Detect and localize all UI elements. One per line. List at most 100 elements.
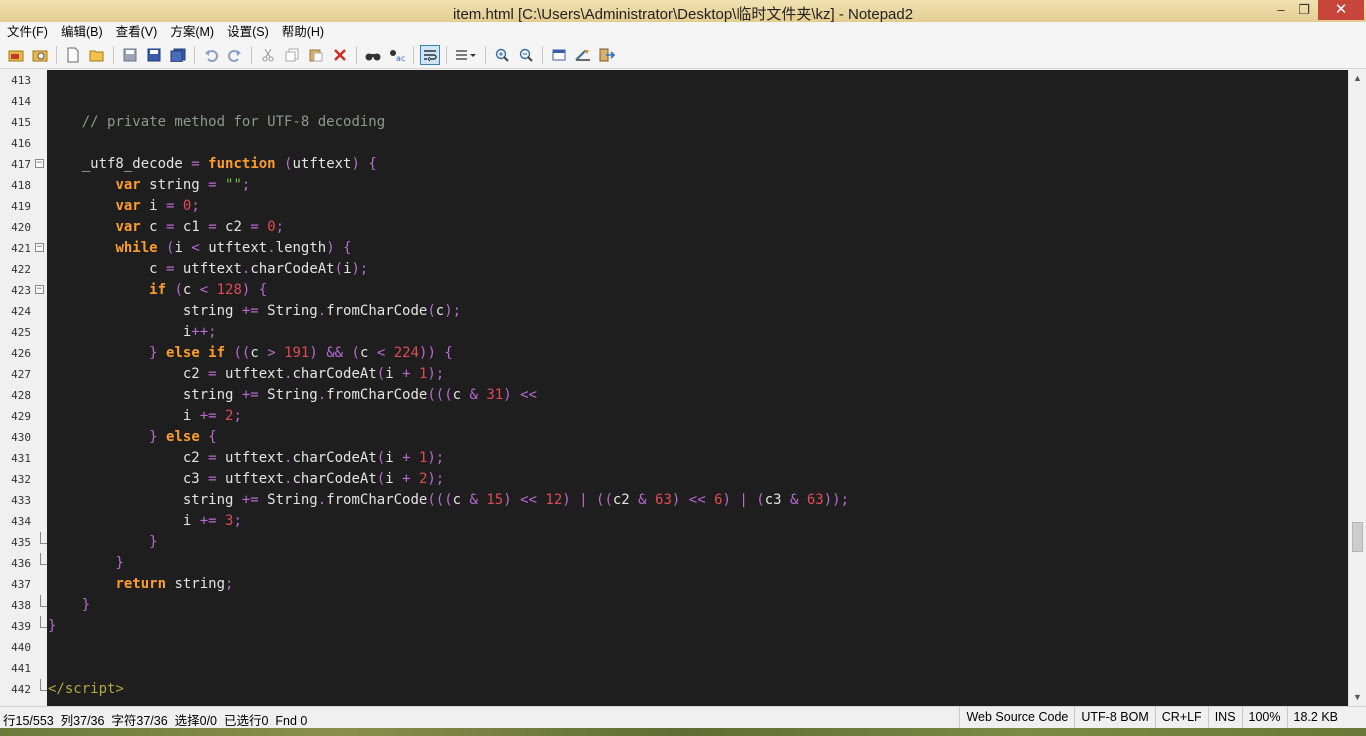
status-scheme[interactable]: Web Source Code xyxy=(959,707,1074,728)
save-copy-button[interactable] xyxy=(169,46,187,64)
code-line[interactable]: 435 } xyxy=(0,532,1348,553)
menu-edit[interactable]: 编辑(B) xyxy=(54,22,109,42)
code-line[interactable]: 428 string += String.fromCharCode(((c & … xyxy=(0,385,1348,406)
code-line[interactable]: 415 // private method for UTF-8 decoding xyxy=(0,112,1348,133)
code-line[interactable]: 433 string += String.fromCharCode(((c & … xyxy=(0,490,1348,511)
delete-button[interactable] xyxy=(331,46,349,64)
code-line[interactable]: 440 xyxy=(0,637,1348,658)
redo-button[interactable] xyxy=(226,46,244,64)
window-title: item.html [C:\Users\Administrator\Deskto… xyxy=(452,6,914,23)
menu-scheme[interactable]: 方案(M) xyxy=(163,22,220,42)
line-text: var string = ""; xyxy=(115,177,251,193)
code-line[interactable]: 416 xyxy=(0,133,1348,154)
code-line[interactable]: 430 } else { xyxy=(0,427,1348,448)
cut-button[interactable] xyxy=(259,46,277,64)
status-bar: 行15/553 列37/36 字符37/36 选择0/0 已选行0 Fnd 0 … xyxy=(0,706,1366,728)
open-folder-icon xyxy=(8,50,24,62)
schemes-button[interactable] xyxy=(454,46,478,64)
code-line[interactable]: 417− _utf8_decode = function (utftext) { xyxy=(0,154,1348,175)
maximize-button[interactable]: ❐ xyxy=(1291,0,1317,20)
menu-settings[interactable]: 设置(S) xyxy=(220,22,275,42)
code-line[interactable]: 434 i += 3; xyxy=(0,511,1348,532)
code-line[interactable]: 437 return string; xyxy=(0,574,1348,595)
view-button[interactable] xyxy=(550,46,568,64)
save-button[interactable] xyxy=(145,46,163,64)
code-line[interactable]: 431 c2 = utftext.charCodeAt(i + 1); xyxy=(0,448,1348,469)
view-icon xyxy=(552,49,566,61)
line-number: 432 xyxy=(11,473,31,486)
menu-view[interactable]: 查看(V) xyxy=(109,22,164,42)
code-line[interactable]: 442 </script> xyxy=(0,679,1348,700)
zoom-out-button[interactable] xyxy=(517,46,535,64)
code-line[interactable]: 432 c3 = utftext.charCodeAt(i + 2); xyxy=(0,469,1348,490)
line-number: 440 xyxy=(11,641,31,654)
status-size: 18.2 KB xyxy=(1286,707,1366,728)
status-zoom[interactable]: 100% xyxy=(1241,707,1287,728)
line-text: } else if ((c > 191) && (c < 224)) { xyxy=(149,345,453,361)
browse-button[interactable] xyxy=(31,46,49,64)
settings-button[interactable] xyxy=(574,46,592,64)
undo-button[interactable] xyxy=(202,46,220,64)
code-line[interactable]: 441 xyxy=(0,658,1348,679)
copy-button[interactable] xyxy=(283,46,301,64)
line-number: 427 xyxy=(11,368,31,381)
status-encoding[interactable]: UTF-8 BOM xyxy=(1074,707,1154,728)
exit-button[interactable] xyxy=(598,46,616,64)
close-button[interactable]: ✕ xyxy=(1318,0,1364,20)
code-line[interactable]: 423− if (c < 128) { xyxy=(0,280,1348,301)
code-line[interactable]: 414 xyxy=(0,91,1348,112)
word-wrap-button[interactable] xyxy=(420,45,440,65)
code-line[interactable]: 426 } else if ((c > 191) && (c < 224)) { xyxy=(0,343,1348,364)
vertical-scrollbar[interactable]: ▲ ▼ xyxy=(1348,70,1366,706)
line-number: 424 xyxy=(11,305,31,318)
code-line[interactable]: 438 } xyxy=(0,595,1348,616)
scroll-up-button[interactable]: ▲ xyxy=(1349,70,1366,87)
line-text: } xyxy=(115,555,124,571)
open-file-button[interactable] xyxy=(88,46,106,64)
fold-end-marker xyxy=(40,532,47,544)
toolbar-separator xyxy=(542,46,543,64)
settings-icon xyxy=(575,50,590,61)
menu-help[interactable]: 帮助(H) xyxy=(275,22,330,42)
code-line[interactable]: 421− while (i < utftext.length) { xyxy=(0,238,1348,259)
line-number: 416 xyxy=(11,137,31,150)
code-line[interactable]: 422 c = utftext.charCodeAt(i); xyxy=(0,259,1348,280)
code-line[interactable]: 427 c2 = utftext.charCodeAt(i + 1); xyxy=(0,364,1348,385)
new-file-button[interactable] xyxy=(64,46,82,64)
line-number: 439 xyxy=(11,620,31,633)
paste-button[interactable] xyxy=(307,46,325,64)
toolbar-separator xyxy=(413,46,414,64)
code-line[interactable]: 424 string += String.fromCharCode(c); xyxy=(0,301,1348,322)
scroll-down-button[interactable]: ▼ xyxy=(1349,689,1366,706)
line-number: 419 xyxy=(11,200,31,213)
code-editor[interactable]: 413 414 415 // private method for UTF-8 de… xyxy=(0,70,1366,706)
code-line[interactable]: 420 var c = c1 = c2 = 0; xyxy=(0,217,1348,238)
line-number: 435 xyxy=(11,536,31,549)
code-line[interactable]: 413 xyxy=(0,70,1348,91)
status-mode[interactable]: INS xyxy=(1207,707,1242,728)
menu-file[interactable]: 文件(F) xyxy=(0,22,54,42)
code-line[interactable]: 425 i++; xyxy=(0,322,1348,343)
code-line[interactable]: 439} xyxy=(0,616,1348,637)
code-line[interactable]: 419 var i = 0; xyxy=(0,196,1348,217)
line-text: i += 3; xyxy=(48,513,242,529)
scroll-thumb[interactable] xyxy=(1352,521,1363,552)
maximize-icon: ❐ xyxy=(1298,2,1310,17)
find-button[interactable] xyxy=(364,46,382,64)
line-text: return string; xyxy=(115,576,234,592)
code-line[interactable]: 436 } xyxy=(0,553,1348,574)
code-line[interactable]: 429 i += 2; xyxy=(0,406,1348,427)
save-disabled-button[interactable] xyxy=(121,46,139,64)
status-line-endings[interactable]: CR+LF xyxy=(1154,707,1208,728)
line-text: while (i < utftext.length) { xyxy=(115,240,352,256)
open-folder-button[interactable] xyxy=(7,46,25,64)
fold-toggle-icon[interactable]: − xyxy=(35,285,44,294)
fold-toggle-icon[interactable]: − xyxy=(35,159,44,168)
code-line[interactable]: 418 var string = ""; xyxy=(0,175,1348,196)
desktop-taskbar-strip xyxy=(0,728,1366,736)
save-copy-icon xyxy=(170,48,186,62)
zoom-in-button[interactable] xyxy=(493,46,511,64)
fold-toggle-icon[interactable]: − xyxy=(35,243,44,252)
replace-button[interactable]: ac xyxy=(388,46,406,64)
line-number: 429 xyxy=(11,410,31,423)
